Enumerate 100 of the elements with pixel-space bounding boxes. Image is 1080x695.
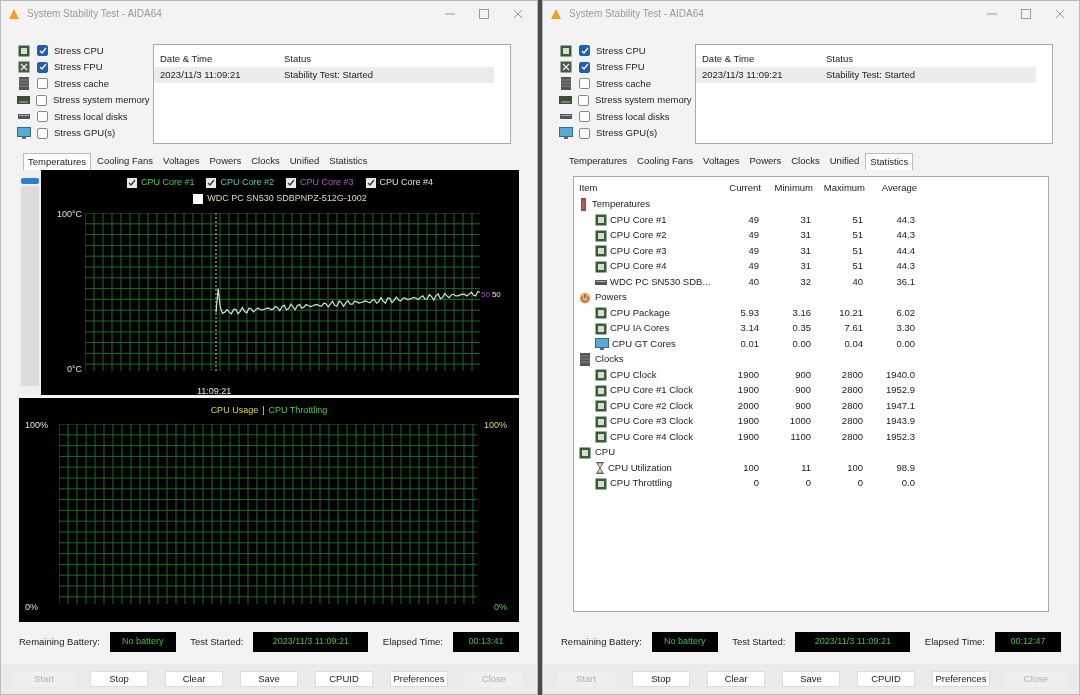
checkbox[interactable]	[579, 111, 590, 123]
item-label: CPU GT Cores	[612, 336, 676, 351]
status-value: No battery	[651, 632, 718, 653]
table-cell-text: 900	[794, 383, 812, 398]
table-cell-text: 1000	[788, 414, 812, 429]
tab[interactable]: Voltages	[699, 152, 744, 170]
chip-icon	[595, 260, 607, 273]
scroll-thumb[interactable]	[21, 177, 39, 184]
column-header: Status	[826, 51, 853, 66]
status-value: No battery	[109, 632, 176, 653]
option-label: Stress FPU	[596, 60, 645, 75]
table-cell-text: 1943.9	[884, 414, 916, 429]
table-cell-text: 5.93	[739, 305, 760, 320]
table-cell-text: 40	[851, 274, 864, 289]
checkbox[interactable]	[126, 177, 137, 188]
memory-module-icon	[579, 353, 591, 366]
option-label: Stress GPU(s)	[54, 126, 116, 141]
checkbox[interactable]	[579, 78, 590, 90]
axis-label: 100%	[483, 419, 507, 433]
checkbox[interactable]	[37, 111, 48, 123]
tab[interactable]: Unified	[825, 152, 864, 170]
checkbox[interactable]	[365, 177, 376, 188]
dialog-button[interactable]: Preferences	[390, 671, 448, 688]
axis-label: 0°C	[66, 363, 82, 377]
item-label: CPU Core #1 Clock	[610, 383, 693, 398]
tab[interactable]: Unified	[285, 152, 324, 170]
disk-drive-icon	[18, 114, 30, 120]
table-cell-text: 0.04	[843, 336, 864, 351]
status-label: Remaining Battery:	[19, 634, 100, 649]
option-label: Stress local disks	[54, 109, 128, 124]
close-icon[interactable]	[513, 9, 523, 19]
checkbox[interactable]	[37, 45, 48, 57]
checkbox[interactable]	[579, 45, 590, 57]
memory-module-icon	[18, 77, 30, 91]
item-label: CPU Throttling	[610, 476, 673, 491]
tab[interactable]: Powers	[205, 152, 246, 170]
close-icon[interactable]	[1055, 8, 1065, 19]
checkbox[interactable]	[286, 177, 296, 188]
item-label: CPU Clock	[610, 367, 657, 382]
tab[interactable]: Cooling Fans	[633, 152, 698, 170]
table-cell-text: 100	[846, 460, 864, 475]
tab[interactable]: Temperatures	[23, 152, 92, 170]
chip-icon	[595, 477, 607, 490]
option-label: Stress GPU(s)	[596, 126, 658, 141]
checkbox[interactable]	[579, 127, 590, 139]
table-cell-text: 3.14	[739, 321, 760, 336]
hourglass-icon	[595, 462, 605, 474]
option-label: Stress system memory	[53, 93, 150, 108]
checkbox[interactable]	[37, 127, 48, 139]
dialog-button[interactable]: CPUID	[857, 671, 915, 687]
table-cell-text: 0.00	[895, 336, 916, 351]
checkbox[interactable]	[206, 177, 217, 188]
status-value: 00:13:41	[453, 632, 519, 653]
checkbox[interactable]	[193, 194, 204, 205]
tab[interactable]: Statistics	[865, 152, 914, 170]
checkbox[interactable]	[578, 94, 589, 106]
table-cell-text: 0	[804, 476, 812, 491]
dialog-button[interactable]: Preferences	[932, 671, 990, 687]
dialog-button[interactable]: Save	[782, 671, 840, 687]
table-cell-text: 1952.3	[884, 429, 916, 444]
table-cell-text: 1100	[789, 429, 812, 444]
chip-icon	[18, 44, 30, 57]
column-header: Average	[880, 181, 917, 196]
tab[interactable]: Statistics	[325, 152, 372, 170]
table-cell-text: 49	[747, 259, 760, 274]
table-cell-text: 44.3	[895, 212, 916, 227]
table-cell-text: 2800	[840, 367, 864, 382]
status-value: 00:12:47	[995, 632, 1061, 653]
tab[interactable]: Cooling Fans	[93, 152, 158, 170]
legend-label: WDC PC SN530 SDBPNPZ-512G-1002	[207, 192, 367, 206]
table-cell-text: 36.1	[895, 274, 916, 289]
option-label: Stress local disks	[596, 109, 670, 124]
table-cell-text: 7.61	[843, 321, 864, 336]
dialog-button[interactable]: Save	[240, 671, 298, 688]
checkbox[interactable]	[579, 61, 590, 73]
tab[interactable]: Clocks	[787, 152, 824, 170]
dialog-button[interactable]: Stop	[632, 671, 690, 687]
table-cell-text: 1952.9	[884, 383, 916, 398]
maximize-icon[interactable]	[479, 9, 489, 19]
tab[interactable]: Voltages	[159, 152, 204, 170]
maximize-icon[interactable]	[1021, 8, 1031, 19]
checkbox[interactable]	[37, 78, 48, 90]
table-cell-text: 900	[794, 398, 812, 413]
table-cell-text: 0	[856, 476, 864, 491]
legend-label: CPU Core #4	[379, 175, 434, 189]
tab[interactable]: Powers	[745, 152, 786, 170]
table-cell-text: 1947.1	[884, 398, 916, 413]
time-label: 11:09:21	[197, 385, 232, 396]
dialog-button[interactable]: Clear	[165, 671, 223, 688]
dialog-button[interactable]: Stop	[90, 671, 148, 688]
chip-icon	[560, 44, 572, 57]
checkbox[interactable]	[36, 94, 47, 106]
checkbox[interactable]	[37, 61, 48, 73]
reading-value: 50	[491, 288, 501, 301]
dialog-button[interactable]: Clear	[707, 671, 765, 687]
option-label: Stress system memory	[595, 93, 692, 108]
dialog-button[interactable]: CPUID	[315, 671, 373, 688]
tab[interactable]: Clocks	[247, 152, 284, 170]
tab[interactable]: Temperatures	[565, 152, 632, 170]
group-label: CPU	[595, 445, 616, 460]
